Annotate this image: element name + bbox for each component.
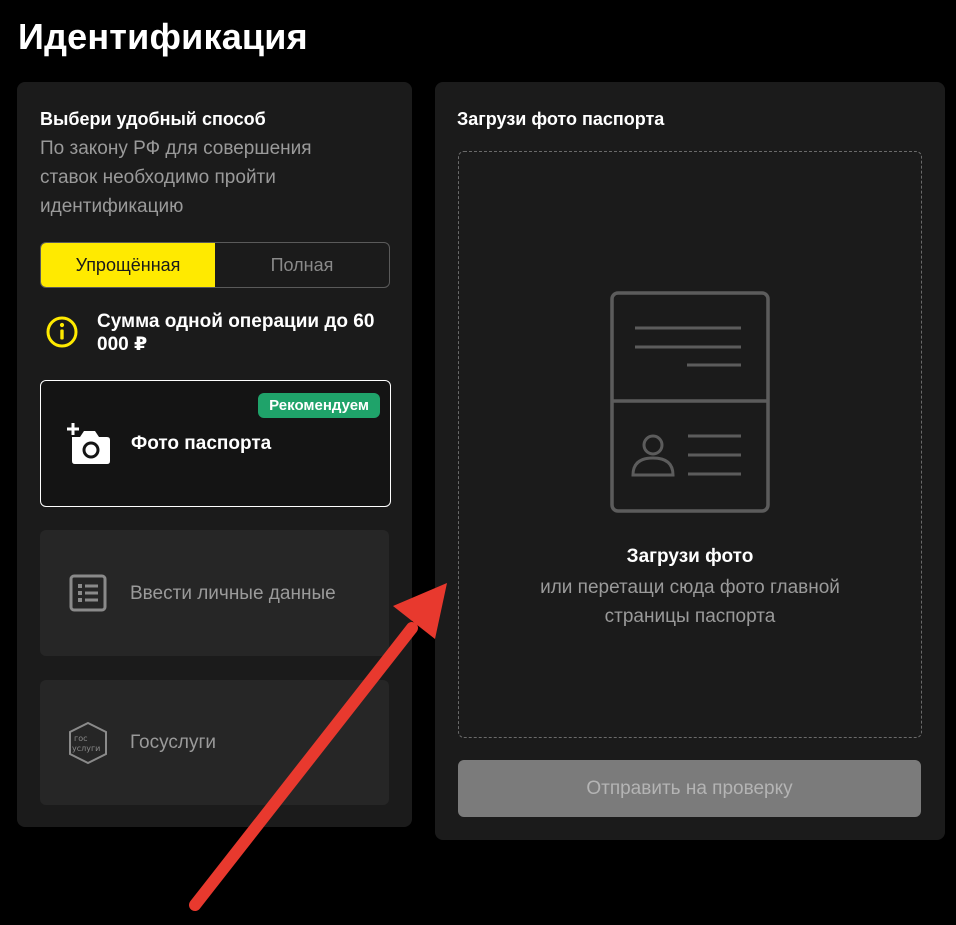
method-selection-panel: Выбери удобный способ По закону РФ для с… bbox=[17, 82, 412, 827]
method-enter-personal-data[interactable]: Ввести личные данные bbox=[40, 530, 389, 656]
recommended-badge: Рекомендуем bbox=[258, 393, 380, 418]
gosuslugi-logo-top-text: гос bbox=[74, 734, 88, 743]
toggle-full[interactable]: Полная bbox=[215, 243, 389, 287]
method-manual-label: Ввести личные данные bbox=[130, 582, 336, 604]
dropzone-hint: или перетащи сюда фото главной страницы … bbox=[540, 577, 840, 627]
submit-for-review-button[interactable]: Отправить на проверку bbox=[458, 760, 921, 817]
method-gosuslugi-label: Госуслуги bbox=[130, 732, 217, 753]
passport-illustration-icon bbox=[610, 291, 770, 513]
identification-page: Идентификация Выбери удобный способ По з… bbox=[0, 0, 956, 925]
gosuslugi-logo-icon: гос услуги bbox=[69, 721, 107, 764]
method-passport-label: Фото паспорта bbox=[131, 433, 272, 454]
page-title: Идентификация bbox=[18, 16, 308, 57]
operation-limit-text: Сумма одной операции до 60 000 ₽ bbox=[97, 311, 375, 355]
photo-dropzone[interactable]: Загрузи фото или перетащи сюда фото глав… bbox=[458, 151, 922, 738]
info-icon bbox=[46, 316, 78, 348]
method-passport-photo[interactable]: Фото паспорта Рекомендуем bbox=[40, 380, 391, 507]
toggle-simplified[interactable]: Упрощённая bbox=[41, 243, 215, 287]
form-list-icon bbox=[69, 574, 107, 612]
dropzone-title: Загрузи фото bbox=[626, 546, 754, 567]
add-photo-camera-icon bbox=[67, 422, 110, 464]
operation-limit-notice: Сумма одной операции до 60 000 ₽ bbox=[45, 310, 390, 356]
method-gosuslugi[interactable]: гос услуги Госуслуги bbox=[40, 680, 389, 805]
method-selection-subtitle: По закону РФ для совершения ставок необх… bbox=[40, 138, 312, 217]
upload-panel-title: Загрузи фото паспорта bbox=[457, 109, 665, 129]
identification-type-toggle: Упрощённая Полная bbox=[40, 242, 390, 288]
passport-upload-panel: Загрузи фото паспорта Загрузи фото или п… bbox=[435, 82, 945, 840]
gosuslugi-logo-bottom-text: услуги bbox=[72, 744, 100, 753]
method-selection-title: Выбери удобный способ bbox=[40, 109, 266, 129]
